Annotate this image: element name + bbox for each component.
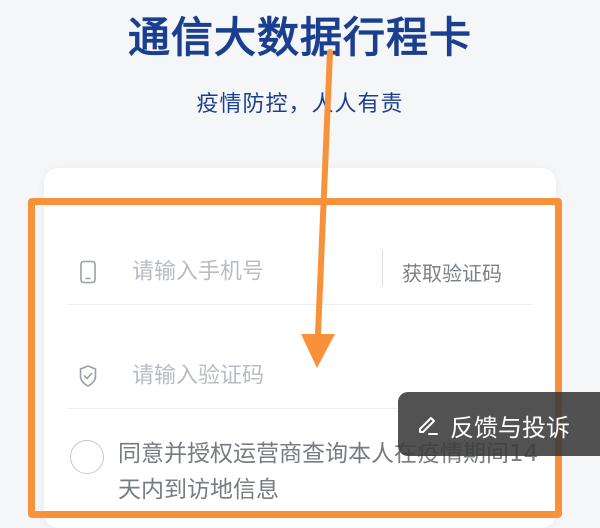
- feedback-label: 反馈与投诉: [450, 414, 570, 442]
- field-divider: [382, 250, 383, 286]
- page-subtitle: 疫情防控，人人有责: [196, 92, 404, 117]
- agree-radio[interactable]: [70, 440, 104, 474]
- mobile-phone-icon: [80, 260, 96, 284]
- login-card: 获取验证码 同意并授权运营商查询本人在疫情期间14天内到访地信息: [44, 168, 556, 528]
- pencil-icon: [419, 417, 438, 435]
- shield-check-icon: [79, 365, 97, 387]
- phone-input[interactable]: [132, 259, 362, 285]
- get-code-button[interactable]: 获取验证码: [402, 258, 502, 287]
- code-input[interactable]: [132, 363, 372, 389]
- phone-row: 获取验证码: [68, 240, 532, 305]
- feedback-button[interactable]: 反馈与投诉: [398, 392, 600, 456]
- page-title: 通信大数据行程卡: [127, 13, 472, 62]
